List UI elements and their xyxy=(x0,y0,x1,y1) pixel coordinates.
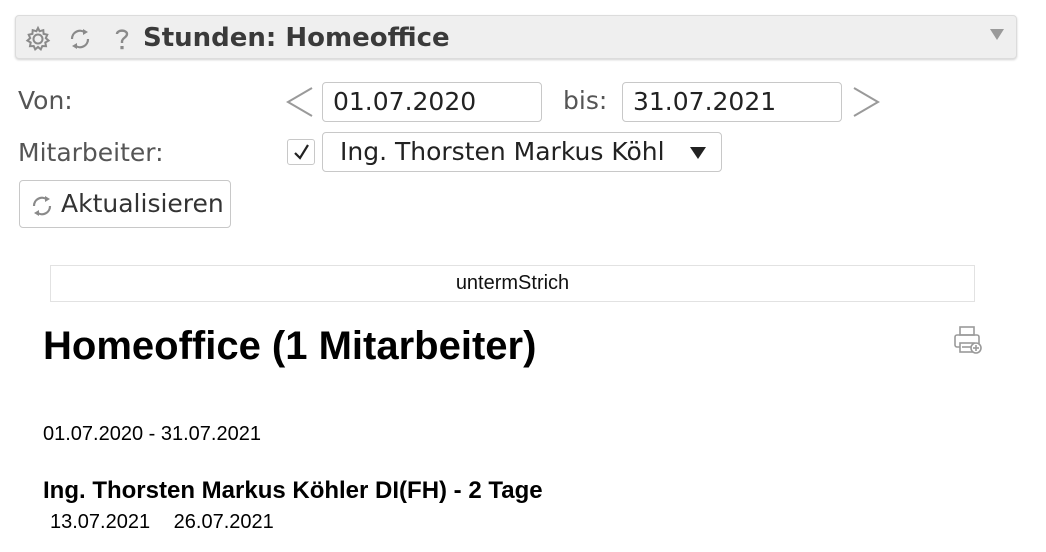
checkmark-icon xyxy=(294,144,309,160)
collapse-triangle-icon[interactable] xyxy=(988,26,1006,42)
print-icon[interactable] xyxy=(952,324,984,356)
from-date-input[interactable]: 01.07.2020 xyxy=(322,82,542,122)
from-label: Von: xyxy=(18,86,73,115)
refresh-icon[interactable] xyxy=(66,25,94,53)
employee-select-value: Ing. Thorsten Markus Köhl xyxy=(340,137,665,166)
report-title: Homeoffice (1 Mitarbeiter) xyxy=(43,324,537,368)
to-label: bis: xyxy=(563,86,608,115)
refresh-icon xyxy=(28,192,56,220)
refresh-button-label: Aktualisieren xyxy=(61,189,224,218)
dropdown-triangle-icon xyxy=(689,145,707,161)
employee-heading: Ing. Thorsten Markus Köhler DI(FH) - 2 T… xyxy=(43,477,543,504)
previous-period-arrow-icon[interactable] xyxy=(282,82,318,122)
settings-gear-icon[interactable] xyxy=(24,25,52,53)
next-period-arrow-icon[interactable] xyxy=(848,82,884,122)
employee-checkbox[interactable] xyxy=(287,139,315,165)
employee-label: Mitarbeiter: xyxy=(18,138,164,167)
panel-header: Stunden: Homeoffice xyxy=(15,15,1017,59)
employee-select[interactable]: Ing. Thorsten Markus Köhl xyxy=(322,132,722,172)
to-date-input[interactable]: 31.07.2021 xyxy=(622,82,842,122)
panel-title: Stunden: Homeoffice xyxy=(143,23,450,53)
day-entry: 13.07.2021 xyxy=(50,511,151,533)
day-entry: 26.07.2021 xyxy=(173,511,274,533)
report-date-range: 01.07.2020 - 31.07.2021 xyxy=(43,423,261,445)
refresh-button[interactable]: Aktualisieren xyxy=(19,180,231,228)
employee-days-list: 13.07.2021 26.07.2021 xyxy=(50,509,292,535)
help-question-icon[interactable] xyxy=(108,25,136,53)
report-frame-label: untermStrich xyxy=(50,265,975,302)
